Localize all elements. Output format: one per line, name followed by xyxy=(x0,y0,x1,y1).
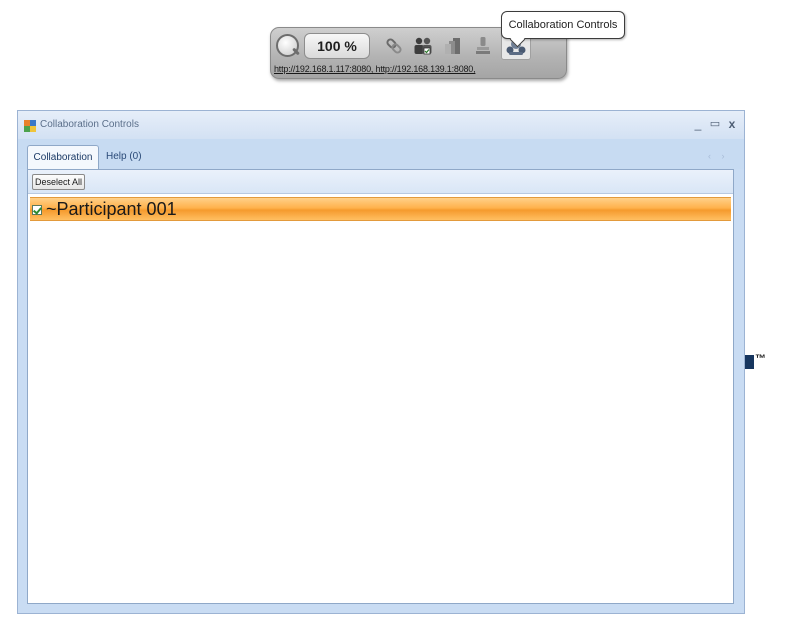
tab-strip: Collaboration Help (0) ‹ › xyxy=(18,139,744,169)
deselect-all-button[interactable]: Deselect All xyxy=(32,174,86,190)
zoom-level-display[interactable]: 100 % xyxy=(304,33,370,59)
panel-toolbar: Deselect All xyxy=(28,170,733,194)
logo-block xyxy=(745,355,754,369)
trademark-mark: ™ xyxy=(755,353,766,365)
users-icon[interactable] xyxy=(411,34,435,58)
zoom-icon[interactable] xyxy=(276,34,299,57)
tab-scroll-arrows[interactable]: ‹ › xyxy=(708,151,729,161)
app-icon xyxy=(24,119,36,132)
title-bar[interactable]: Collaboration Controls _ ▭ x xyxy=(18,111,744,139)
stamp-icon[interactable] xyxy=(471,34,495,58)
link-icon[interactable] xyxy=(382,34,406,58)
list-item[interactable]: ~Participant 001 xyxy=(30,197,731,221)
maximize-button[interactable]: ▭ xyxy=(707,115,723,133)
tab-collaboration[interactable]: Collaboration xyxy=(27,145,99,169)
participant-checkbox[interactable] xyxy=(32,205,42,215)
tooltip: Collaboration Controls xyxy=(501,11,625,39)
window-title: Collaboration Controls xyxy=(40,119,139,130)
close-button[interactable]: x xyxy=(724,115,740,133)
participants-panel: Deselect All ~Participant 001 xyxy=(27,169,734,604)
documents-icon[interactable] xyxy=(441,34,465,58)
participant-name: ~Participant 001 xyxy=(46,199,177,219)
tab-help[interactable]: Help (0) xyxy=(106,151,142,162)
connection-urls-link[interactable]: http://192.168.1.117:8080, http://192.16… xyxy=(274,64,476,74)
minimize-button[interactable]: _ xyxy=(690,115,706,133)
collaboration-controls-window: Collaboration Controls _ ▭ x Collaborati… xyxy=(17,110,745,614)
